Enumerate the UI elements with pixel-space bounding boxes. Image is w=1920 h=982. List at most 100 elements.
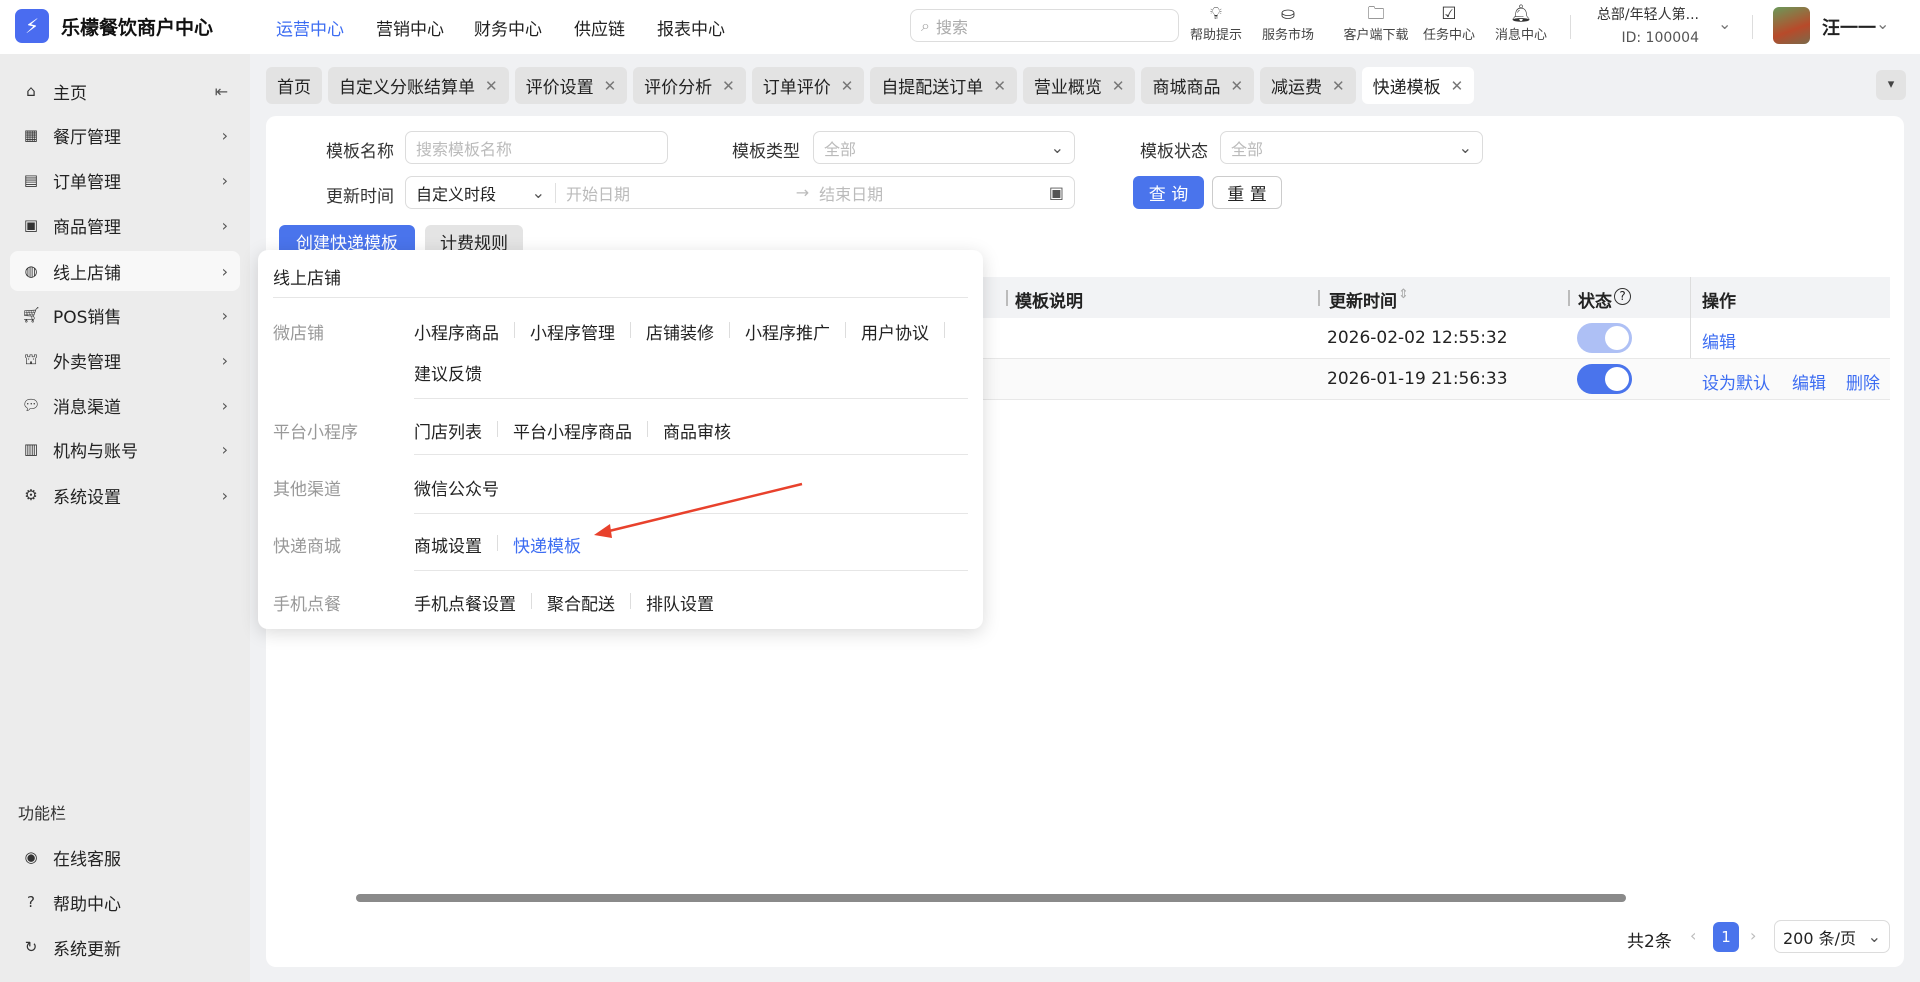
menu-item-feedback[interactable]: 建议反馈 (414, 360, 497, 385)
tab-business-overview[interactable]: 营业概览 ✕ (1022, 67, 1136, 104)
sidebar-system-update[interactable]: ↻ 系统更新 (10, 927, 240, 967)
menu-item-mini-program-promotion[interactable]: 小程序推广 (730, 319, 845, 344)
template-name-input[interactable]: 搜索模板名称 (405, 131, 668, 164)
menu-item-queue-settings[interactable]: 排队设置 (631, 590, 729, 615)
template-type-label: 模板类型 (732, 142, 800, 162)
chevron-down-icon[interactable]: ⌄ (1718, 14, 1731, 33)
tabs-more-chevron-icon[interactable]: ▾ (1876, 70, 1906, 100)
menu-item-wechat-official[interactable]: 微信公众号 (414, 475, 514, 500)
status-toggle[interactable] (1577, 323, 1632, 353)
close-icon[interactable]: ✕ (1451, 77, 1464, 95)
help-circle-icon[interactable]: ? (1614, 288, 1631, 305)
service-market-button[interactable]: ⛀ 服务市场 (1256, 4, 1320, 43)
query-button[interactable]: 查 询 (1133, 176, 1204, 209)
horizontal-scrollbar[interactable] (282, 890, 1892, 906)
sidebar-online-service[interactable]: ◉ 在线客服 (10, 837, 240, 877)
nav-marketing-center[interactable]: 营销中心 (376, 15, 444, 40)
menu-item-mall-settings[interactable]: 商城设置 (414, 532, 497, 557)
tab-review-analysis[interactable]: 评价分析 ✕ (633, 67, 746, 104)
group-mobile-ordering: 手机点餐设置 聚合配送 排队设置 (414, 590, 729, 615)
tab-pickup-orders[interactable]: 自提配送订单 ✕ (870, 67, 1017, 104)
time-mode-select[interactable]: 自定义时段 ⌄ (406, 182, 556, 204)
menu-item-store-decoration[interactable]: 店铺装修 (631, 319, 729, 344)
avatar[interactable] (1773, 7, 1810, 44)
page-1-button[interactable]: 1 (1713, 922, 1739, 952)
sidebar-item-delivery[interactable]: ⛫ 外卖管理 › (10, 340, 240, 380)
status-toggle[interactable] (1577, 364, 1632, 394)
template-status-select[interactable]: 全部 ⌄ (1220, 131, 1483, 164)
nav-finance-center[interactable]: 财务中心 (474, 15, 542, 40)
sort-icon[interactable]: ⇕ (1398, 287, 1409, 302)
menu-item-product-review[interactable]: 商品审核 (648, 418, 746, 443)
column-header-status: 状态 (1578, 292, 1612, 312)
divider (273, 297, 968, 298)
chevron-down-icon[interactable]: ⌄ (1876, 14, 1889, 33)
update-time-label: 更新时间 (326, 187, 394, 207)
tab-review-settings[interactable]: 评价设置 ✕ (514, 67, 628, 104)
menu-item-mobile-order-settings[interactable]: 手机点餐设置 (414, 590, 531, 615)
sidebar-item-settings[interactable]: ⚙ 系统设置 › (10, 475, 240, 515)
nav-supply-chain[interactable]: 供应链 (574, 15, 625, 40)
column-divider (1318, 290, 1320, 306)
tab-home[interactable]: 首页 (266, 67, 322, 104)
scrollbar-thumb[interactable] (356, 894, 1626, 902)
menu-item-store-list[interactable]: 门店列表 (414, 418, 497, 443)
close-icon[interactable]: ✕ (993, 77, 1006, 95)
close-icon[interactable]: ✕ (1332, 77, 1345, 95)
edit-link[interactable]: 编辑 (1702, 328, 1736, 353)
menu-item-express-template[interactable]: 快递模板 (498, 532, 596, 557)
client-download-button[interactable]: 🗀︎ 客户端下载 (1338, 4, 1414, 43)
column-header-updated[interactable]: 更新时间 (1329, 287, 1397, 312)
tab-custom-settlement[interactable]: 自定义分账结算单 ✕ (328, 67, 509, 104)
start-date-input[interactable]: 开始日期 (556, 181, 796, 205)
reset-button[interactable]: 重 置 (1212, 176, 1282, 209)
close-icon[interactable]: ✕ (1112, 77, 1125, 95)
message-center-button[interactable]: 🔔︎ 消息中心 (1489, 4, 1553, 43)
sidebar-item-orders[interactable]: ▤ 订单管理 › (10, 160, 240, 200)
sidebar-item-org-accounts[interactable]: ▥ 机构与账号 › (10, 429, 240, 469)
org-switcher[interactable]: 总部/年轻人第... ID: 100004 (1587, 4, 1699, 46)
help-tips-button[interactable]: 💡︎ 帮助提示 (1184, 4, 1248, 43)
sidebar-item-products[interactable]: ▣ 商品管理 › (10, 205, 240, 245)
next-page-icon[interactable]: › (1750, 926, 1756, 945)
menu-item-aggregated-delivery[interactable]: 聚合配送 (532, 590, 630, 615)
group-label-other-channels: 其他渠道 (273, 480, 341, 500)
menu-item-user-agreement[interactable]: 用户协议 (846, 319, 944, 344)
tab-mall-products[interactable]: 商城商品 ✕ (1141, 67, 1255, 104)
tab-shipping-discount[interactable]: 减运费 ✕ (1260, 67, 1356, 104)
close-icon[interactable]: ✕ (604, 77, 617, 95)
user-name[interactable]: 汪一一 (1822, 14, 1876, 40)
tab-express-template[interactable]: 快递模板 ✕ (1361, 67, 1475, 104)
menu-item-platform-products[interactable]: 平台小程序商品 (498, 418, 647, 443)
nav-ops-center[interactable]: 运营中心 (276, 15, 344, 40)
sidebar-item-pos[interactable]: 🛒︎ POS销售 › (10, 295, 240, 335)
search-input[interactable]: ⌕ 搜索 (910, 9, 1179, 42)
home-icon: ⌂ (26, 82, 36, 100)
close-icon[interactable]: ✕ (841, 77, 854, 95)
sidebar-item-restaurant[interactable]: ▦ 餐厅管理 › (10, 115, 240, 155)
page-size-select[interactable]: 200 条/页 ⌄ (1774, 920, 1890, 953)
tab-order-reviews[interactable]: 订单评价 ✕ (751, 67, 865, 104)
template-type-select[interactable]: 全部 ⌄ (813, 131, 1075, 164)
menu-item-mini-program-products[interactable]: 小程序商品 (414, 319, 514, 344)
prev-page-icon[interactable]: ‹ (1690, 926, 1696, 945)
delete-link[interactable]: 删除 (1846, 369, 1880, 394)
divider (414, 570, 968, 571)
nav-report-center[interactable]: 报表中心 (657, 15, 725, 40)
template-name-label: 模板名称 (326, 142, 394, 162)
edit-link[interactable]: 编辑 (1792, 369, 1826, 394)
sidebar-item-online-store[interactable]: ◍ 线上店铺 › (10, 251, 240, 291)
sidebar-item-message-channel[interactable]: 💬︎ 消息渠道 › (10, 385, 240, 425)
close-icon[interactable]: ✕ (1230, 77, 1243, 95)
menu-item-mini-program-management[interactable]: 小程序管理 (515, 319, 630, 344)
close-icon[interactable]: ✕ (722, 77, 735, 95)
sidebar-help-center[interactable]: ? 帮助中心 (10, 882, 240, 922)
group-micro-store: 小程序商品 小程序管理 店铺装修 小程序推广 用户协议 (414, 319, 945, 344)
task-center-button[interactable]: ☑ 任务中心 (1417, 4, 1481, 43)
updated-time: 2026-02-02 12:55:32 (1327, 328, 1508, 348)
set-default-link[interactable]: 设为默认 (1702, 369, 1770, 394)
sidebar-item-home[interactable]: ⌂ 主页 ⇤ (10, 71, 240, 111)
close-icon[interactable]: ✕ (485, 77, 498, 95)
collapse-sidebar-icon[interactable]: ⇤ (215, 82, 228, 101)
end-date-input[interactable]: 结束日期 (819, 181, 1049, 205)
